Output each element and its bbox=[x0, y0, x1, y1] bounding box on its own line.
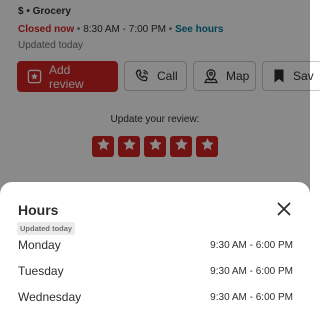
hours-day: Wednesday bbox=[18, 290, 82, 304]
hours-time: 9:30 AM - 6:00 PM bbox=[210, 291, 293, 303]
hours-day: Monday bbox=[18, 238, 61, 252]
hours-row: Wednesday 9:30 AM - 6:00 PM bbox=[18, 290, 293, 304]
hours-row: Tuesday 9:30 AM - 6:00 PM bbox=[18, 264, 293, 278]
updated-badge: Updated today bbox=[17, 222, 76, 235]
hours-sheet: Hours Updated today Monday 9:30 AM - 6:0… bbox=[0, 182, 310, 322]
hours-day: Tuesday bbox=[18, 264, 64, 278]
hours-row: Monday 9:30 AM - 6:00 PM bbox=[18, 238, 293, 252]
close-button[interactable] bbox=[275, 202, 293, 220]
close-icon bbox=[277, 202, 291, 221]
hours-time: 9:30 AM - 6:00 PM bbox=[210, 265, 293, 277]
hours-time: 9:30 AM - 6:00 PM bbox=[210, 239, 293, 251]
hours-title: Hours bbox=[18, 202, 59, 218]
